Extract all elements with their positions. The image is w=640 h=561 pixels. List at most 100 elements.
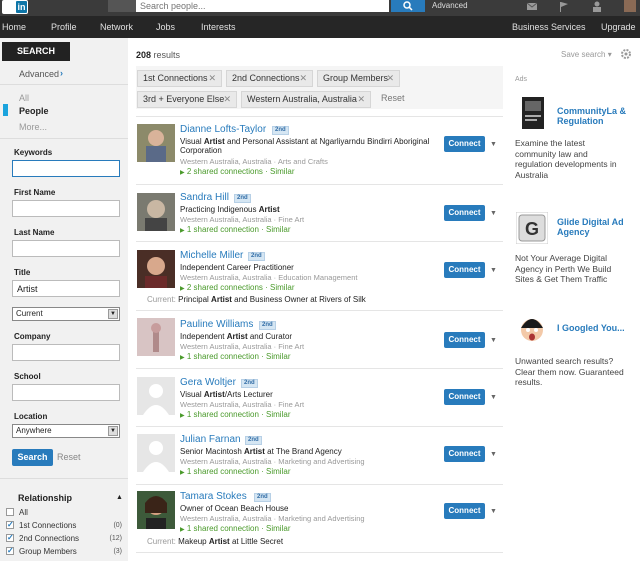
connect-button[interactable]: Connect bbox=[444, 446, 485, 462]
chevron-down-icon[interactable]: ▼ bbox=[490, 210, 497, 217]
ad-glide-logo[interactable]: G bbox=[516, 212, 548, 244]
connect-button[interactable]: Connect bbox=[444, 389, 485, 405]
company-input[interactable] bbox=[12, 344, 120, 361]
close-icon[interactable]: ✕ bbox=[357, 92, 365, 107]
chip-group-members[interactable]: Group Members ✕ bbox=[317, 70, 400, 87]
chip-3rd-everyone[interactable]: 3rd + Everyone Else ✕ bbox=[137, 91, 237, 108]
chevron-down-icon[interactable]: ▼ bbox=[490, 451, 497, 458]
close-icon[interactable]: ✕ bbox=[223, 92, 231, 107]
similar-link[interactable]: Similar bbox=[270, 283, 294, 292]
chips-reset-link[interactable]: Reset bbox=[381, 93, 405, 103]
chevron-down-icon[interactable]: ▼ bbox=[490, 394, 497, 401]
nav-network[interactable]: Network bbox=[100, 22, 133, 32]
chip-location[interactable]: Western Australia, Australia ✕ bbox=[241, 91, 371, 108]
person-name[interactable]: Tamara Stokes bbox=[180, 491, 247, 502]
shared-connections[interactable]: ▶ 1 shared connection · Similar bbox=[180, 352, 290, 361]
chevron-right-icon[interactable]: › bbox=[60, 68, 63, 78]
gear-icon[interactable] bbox=[620, 48, 632, 60]
profile-photo[interactable] bbox=[137, 491, 175, 529]
shared-connections[interactable]: ▶ 1 shared connection · Similar bbox=[180, 410, 290, 419]
search-input[interactable] bbox=[136, 0, 389, 12]
profile-photo-placeholder[interactable] bbox=[137, 377, 175, 415]
advanced-search-link[interactable]: Advanced bbox=[432, 1, 468, 10]
ad-title[interactable]: CommunityLa & Regulation bbox=[557, 106, 637, 126]
nav-upgrade[interactable]: Upgrade bbox=[601, 22, 636, 32]
person-name[interactable]: Gera Woltjer bbox=[180, 377, 236, 388]
search-type-dropdown[interactable] bbox=[108, 0, 136, 12]
nav-jobs[interactable]: Jobs bbox=[156, 22, 175, 32]
chip-2nd-connections[interactable]: 2nd Connections ✕ bbox=[226, 70, 313, 87]
connect-button[interactable]: Connect bbox=[444, 136, 485, 152]
similar-link[interactable]: Similar bbox=[266, 225, 290, 234]
filter-people[interactable]: People bbox=[19, 106, 49, 116]
connect-button[interactable]: Connect bbox=[444, 262, 485, 278]
chevron-down-icon[interactable]: ▼ bbox=[490, 267, 497, 274]
last-name-input[interactable] bbox=[12, 240, 120, 257]
close-icon[interactable]: ✕ bbox=[386, 71, 394, 86]
sidebar-reset-link[interactable]: Reset bbox=[57, 452, 81, 462]
filter-more[interactable]: More... bbox=[19, 122, 47, 132]
shared-connections[interactable]: ▶ 1 shared connection · Similar bbox=[180, 467, 290, 476]
collapse-icon[interactable]: ▲ bbox=[116, 494, 123, 501]
similar-link[interactable]: Similar bbox=[266, 352, 290, 361]
nav-profile[interactable]: Profile bbox=[51, 22, 77, 32]
shared-connections[interactable]: ▶ 2 shared connections · Similar bbox=[180, 283, 294, 292]
connect-button[interactable]: Connect bbox=[444, 332, 485, 348]
chip-1st-connections[interactable]: 1st Connections ✕ bbox=[137, 70, 222, 87]
profile-photo[interactable] bbox=[137, 124, 175, 162]
ad-title[interactable]: I Googled You... bbox=[557, 323, 637, 333]
person-name[interactable]: Sandra Hill bbox=[180, 192, 229, 203]
nav-home[interactable]: Home bbox=[2, 22, 26, 32]
relationship-all-checkbox[interactable] bbox=[6, 508, 14, 516]
nav-business-services[interactable]: Business Services bbox=[512, 22, 586, 32]
ad-book-image[interactable] bbox=[516, 97, 548, 129]
school-input[interactable] bbox=[12, 384, 120, 401]
shared-connections[interactable]: ▶ 1 shared connection · Similar bbox=[180, 225, 290, 234]
ad-surprised-face-image[interactable] bbox=[516, 314, 548, 346]
ad-title[interactable]: Glide Digital Ad Agency bbox=[557, 217, 637, 237]
person-name[interactable]: Dianne Lofts-Taylor bbox=[180, 124, 266, 135]
shared-connections[interactable]: ▶ 1 shared connection · Similar bbox=[180, 524, 290, 533]
similar-link[interactable]: Similar bbox=[266, 524, 290, 533]
profile-photo[interactable] bbox=[137, 250, 175, 288]
sidebar-search-button[interactable]: Search bbox=[12, 449, 53, 466]
first-name-input[interactable] bbox=[12, 200, 120, 217]
profile-photo[interactable] bbox=[137, 318, 175, 356]
advanced-link[interactable]: Advanced bbox=[19, 69, 59, 79]
similar-link[interactable]: Similar bbox=[270, 167, 294, 176]
relationship-2nd-checkbox[interactable] bbox=[6, 533, 14, 542]
person-name[interactable]: Pauline Williams bbox=[180, 319, 253, 330]
current-label: Current: bbox=[147, 295, 176, 304]
shared-connections[interactable]: ▶ 2 shared connections · Similar bbox=[180, 167, 294, 176]
person-name[interactable]: Julian Farnan bbox=[180, 434, 241, 445]
chevron-down-icon[interactable]: ▼ bbox=[490, 141, 497, 148]
linkedin-logo[interactable]: in bbox=[2, 0, 28, 14]
relationship-1st-checkbox[interactable] bbox=[6, 520, 14, 529]
flag-icon[interactable] bbox=[558, 1, 570, 12]
search-button[interactable] bbox=[391, 0, 425, 12]
keywords-input[interactable] bbox=[12, 160, 120, 177]
profile-photo-placeholder[interactable] bbox=[137, 434, 175, 472]
location-select[interactable]: Anywhere ▼ bbox=[12, 424, 120, 438]
title-scope-select[interactable]: Current ▼ bbox=[12, 307, 120, 321]
chevron-down-icon[interactable]: ▼ bbox=[490, 508, 497, 515]
close-icon[interactable]: ✕ bbox=[299, 71, 307, 86]
title-input[interactable] bbox=[12, 280, 120, 297]
save-search-link[interactable]: Save search ▾ bbox=[561, 50, 612, 59]
inbox-icon[interactable] bbox=[526, 1, 538, 12]
chip-label: Group Members bbox=[323, 73, 389, 83]
similar-link[interactable]: Similar bbox=[266, 410, 290, 419]
search-tab[interactable]: SEARCH bbox=[2, 42, 70, 61]
add-connection-icon[interactable] bbox=[592, 1, 604, 12]
similar-link[interactable]: Similar bbox=[266, 467, 290, 476]
nav-interests[interactable]: Interests bbox=[201, 22, 236, 32]
connect-button[interactable]: Connect bbox=[444, 205, 485, 221]
account-avatar[interactable] bbox=[624, 0, 636, 12]
relationship-group-checkbox[interactable] bbox=[6, 546, 14, 555]
profile-photo[interactable] bbox=[137, 193, 175, 231]
person-name[interactable]: Michelle Miller bbox=[180, 250, 243, 261]
filter-all[interactable]: All bbox=[19, 93, 29, 103]
chevron-down-icon[interactable]: ▼ bbox=[490, 337, 497, 344]
connect-button[interactable]: Connect bbox=[444, 503, 485, 519]
close-icon[interactable]: ✕ bbox=[208, 71, 216, 86]
